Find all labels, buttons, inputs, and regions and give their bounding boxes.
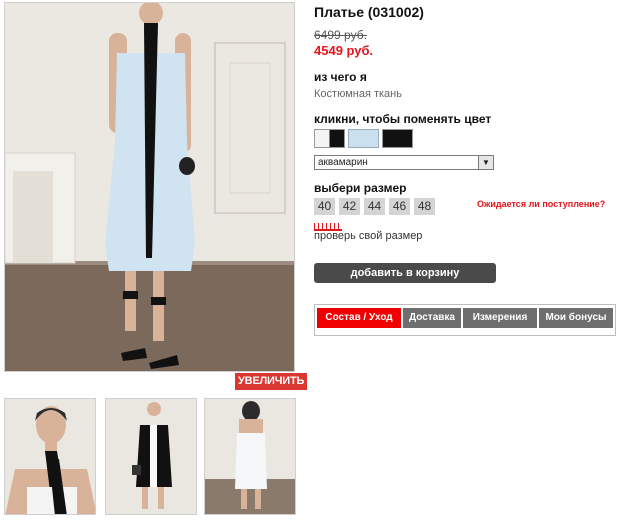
color-swatch-aquamarine[interactable] bbox=[348, 129, 379, 148]
size-option-42[interactable]: 42 bbox=[339, 198, 360, 215]
thumbnail-1[interactable] bbox=[4, 398, 96, 515]
restock-inquiry-link[interactable]: Ожидается ли поступление? bbox=[477, 199, 605, 209]
main-product-photo[interactable] bbox=[4, 2, 295, 372]
sale-price: 4549 руб. bbox=[314, 43, 374, 58]
tab-composition-care[interactable]: Состав / Уход bbox=[317, 308, 401, 328]
product-title: Платье (031002) bbox=[314, 4, 424, 20]
size-option-48[interactable]: 48 bbox=[414, 198, 435, 215]
add-to-cart-button[interactable]: добавить в корзину bbox=[314, 263, 496, 283]
old-price: 6499 руб. bbox=[314, 28, 367, 42]
color-label: кликни, чтобы поменять цвет bbox=[314, 112, 492, 126]
color-select-value: аквамарин bbox=[318, 157, 368, 168]
dress-photo-illustration bbox=[5, 3, 294, 371]
material-label: из чего я bbox=[314, 70, 367, 84]
tab-delivery[interactable]: Доставка bbox=[403, 308, 461, 328]
size-option-40[interactable]: 40 bbox=[314, 198, 335, 215]
color-swatch-black[interactable] bbox=[382, 129, 413, 148]
size-option-44[interactable]: 44 bbox=[364, 198, 385, 215]
color-select[interactable]: аквамарин ▼ bbox=[314, 155, 494, 170]
size-option-46[interactable]: 46 bbox=[389, 198, 410, 215]
chevron-down-icon[interactable]: ▼ bbox=[478, 156, 493, 169]
zoom-button[interactable]: УВЕЛИЧИТЬ bbox=[235, 373, 308, 390]
thumbnail-2-illustration bbox=[106, 399, 196, 514]
product-info-tabs: Состав / Уход Доставка Измерения Мои бон… bbox=[314, 304, 616, 336]
size-guide-link[interactable]: проверь свой размер bbox=[314, 230, 422, 242]
tab-measurements[interactable]: Измерения bbox=[463, 308, 537, 328]
thumbnail-2[interactable] bbox=[105, 398, 197, 515]
thumbnail-3-illustration bbox=[205, 399, 295, 514]
thumbnail-1-illustration bbox=[5, 399, 95, 514]
material-value: Костюмная ткань bbox=[314, 88, 402, 100]
color-swatch-white-black[interactable] bbox=[314, 129, 345, 148]
thumbnail-3[interactable] bbox=[204, 398, 296, 515]
tab-my-bonuses[interactable]: Мои бонусы bbox=[539, 308, 613, 328]
size-label: выбери размер bbox=[314, 181, 407, 195]
